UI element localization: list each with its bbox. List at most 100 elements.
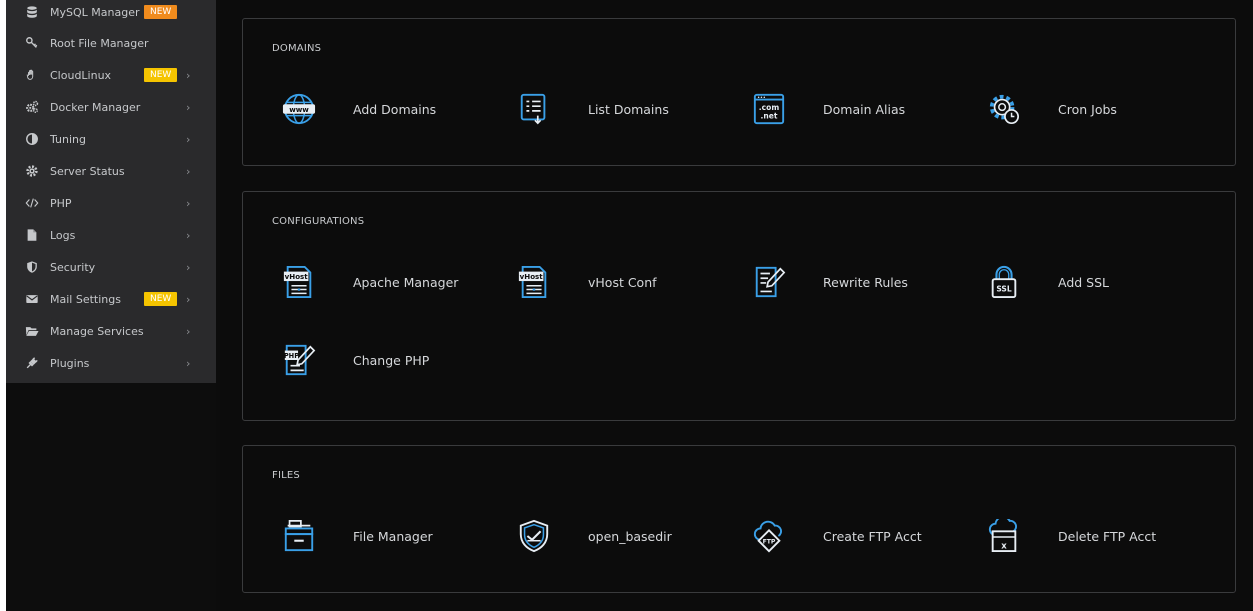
sidebar: MySQL Manager NEW Root File Manager Clou… — [6, 0, 216, 383]
configurations-section: CONFIGURATIONS vHost Apache Manager vHos… — [242, 191, 1236, 421]
tile-label: List Domains — [588, 101, 669, 117]
svg-text:PHP: PHP — [284, 352, 299, 360]
chevron-right-icon: › — [186, 260, 191, 274]
gear-icon — [24, 163, 40, 179]
tile-label: Apache Manager — [353, 274, 459, 290]
svg-text:vHost: vHost — [520, 272, 544, 281]
add-ssl-tile[interactable]: SSL Add SSL — [986, 264, 1109, 300]
files-section: FILES File Manager open_basedir FTP Crea… — [242, 445, 1236, 593]
sidebar-item-php[interactable]: PHP › — [6, 189, 216, 217]
sidebar-item-label: Tuning — [50, 132, 87, 146]
sidebar-item-label: MySQL Manager — [50, 5, 140, 19]
open-basedir-tile[interactable]: open_basedir — [516, 518, 672, 554]
sidebar-item-cloudlinux[interactable]: CloudLinux NEW › — [6, 61, 216, 89]
file-manager-tile[interactable]: File Manager — [281, 518, 433, 554]
domains-section: DOMAINS www Add Domains List Domains .co… — [242, 18, 1236, 166]
list-document-icon — [516, 91, 552, 127]
list-domains-tile[interactable]: List Domains — [516, 91, 669, 127]
new-badge: NEW — [144, 292, 178, 306]
php-file-edit-icon: PHP — [281, 342, 317, 378]
sidebar-item-tuning[interactable]: Tuning › — [6, 125, 216, 153]
chevron-right-icon: › — [186, 164, 191, 178]
tile-label: Delete FTP Acct — [1058, 528, 1157, 544]
section-title: DOMAINS — [272, 43, 322, 54]
section-title: FILES — [272, 470, 300, 481]
add-domains-tile[interactable]: www Add Domains — [281, 91, 436, 127]
gear-clock-icon — [986, 91, 1022, 127]
svg-text:SSL: SSL — [996, 284, 1012, 293]
sidebar-item-label: Mail Settings — [50, 292, 121, 306]
file-cabinet-icon — [281, 518, 317, 554]
tile-label: Add SSL — [1058, 274, 1110, 290]
sidebar-item-label: Server Status — [50, 164, 125, 178]
hand-icon — [24, 67, 40, 83]
apache-manager-tile[interactable]: vHost Apache Manager — [281, 264, 458, 300]
vhost-conf-tile[interactable]: vHost vHost Conf — [516, 264, 657, 300]
chevron-right-icon: › — [186, 196, 191, 210]
folder-open-icon — [24, 323, 40, 339]
create-ftp-acct-tile[interactable]: FTP Create FTP Acct — [751, 518, 922, 554]
sidebar-item-docker-manager[interactable]: Docker Manager › — [6, 93, 216, 121]
chevron-right-icon: › — [186, 100, 191, 114]
new-badge: NEW — [144, 68, 178, 82]
tile-label: File Manager — [353, 528, 433, 544]
ftp-delete-icon: x — [986, 518, 1022, 554]
tile-label: Rewrite Rules — [823, 274, 908, 290]
sidebar-item-root-file-manager[interactable]: Root File Manager — [6, 29, 216, 57]
sidebar-item-server-status[interactable]: Server Status › — [6, 157, 216, 185]
svg-text:www: www — [289, 105, 309, 114]
delete-ftp-acct-tile[interactable]: x Delete FTP Acct — [986, 518, 1156, 554]
tile-label: vHost Conf — [588, 274, 657, 290]
code-icon — [24, 195, 40, 211]
svg-text:FTP: FTP — [763, 539, 776, 546]
cron-jobs-tile[interactable]: Cron Jobs — [986, 91, 1117, 127]
chevron-right-icon: › — [186, 228, 191, 242]
chevron-right-icon: › — [186, 68, 191, 82]
main-content: DOMAINS www Add Domains List Domains .co… — [216, 0, 1253, 611]
domain-alias-tile[interactable]: .com .net Domain Alias — [751, 91, 905, 127]
sidebar-item-mysql-manager[interactable]: MySQL Manager NEW — [6, 0, 216, 26]
gears-icon — [24, 99, 40, 115]
vhost-file-icon: vHost — [516, 264, 552, 300]
tile-label: Cron Jobs — [1058, 101, 1117, 117]
sidebar-item-logs[interactable]: Logs › — [6, 221, 216, 249]
sidebar-item-label: CloudLinux — [50, 68, 112, 82]
new-badge: NEW — [144, 5, 178, 19]
sidebar-item-label: Manage Services — [50, 324, 144, 338]
chevron-right-icon: › — [186, 324, 191, 338]
svg-text:.net: .net — [761, 111, 778, 120]
sidebar-item-plugins[interactable]: Plugins › — [6, 349, 216, 377]
shield-icon — [24, 259, 40, 275]
tile-label: Add Domains — [353, 101, 437, 117]
ftp-cloud-icon: FTP — [751, 518, 787, 554]
sidebar-item-label: Logs — [50, 228, 76, 242]
envelope-icon — [24, 291, 40, 307]
sidebar-item-label: PHP — [50, 196, 72, 210]
sidebar-item-manage-services[interactable]: Manage Services › — [6, 317, 216, 345]
chevron-right-icon: › — [186, 356, 191, 370]
chevron-right-icon: › — [186, 132, 191, 146]
vhost-file-icon: vHost — [281, 264, 317, 300]
sidebar-item-mail-settings[interactable]: Mail Settings NEW › — [6, 285, 216, 313]
tile-label: open_basedir — [588, 528, 672, 544]
key-icon — [24, 35, 40, 51]
shield-check-icon — [516, 518, 552, 554]
svg-text:x: x — [1001, 541, 1007, 551]
tile-label: Domain Alias — [823, 101, 906, 117]
chevron-right-icon: › — [186, 292, 191, 306]
sidebar-item-label: Plugins — [50, 356, 90, 370]
edit-document-icon — [751, 264, 787, 300]
ssl-lock-icon: SSL — [986, 264, 1022, 300]
sidebar-item-label: Security — [50, 260, 96, 274]
plug-icon — [24, 355, 40, 371]
change-php-tile[interactable]: PHP Change PHP — [281, 342, 429, 378]
contrast-icon — [24, 131, 40, 147]
section-title: CONFIGURATIONS — [272, 216, 365, 227]
rewrite-rules-tile[interactable]: Rewrite Rules — [751, 264, 908, 300]
svg-text:vHost: vHost — [285, 272, 309, 281]
tile-label: Change PHP — [353, 352, 430, 368]
sidebar-item-label: Root File Manager — [50, 36, 149, 50]
sidebar-item-label: Docker Manager — [50, 100, 141, 114]
sidebar-empty-area — [6, 383, 216, 611]
sidebar-item-security[interactable]: Security › — [6, 253, 216, 281]
